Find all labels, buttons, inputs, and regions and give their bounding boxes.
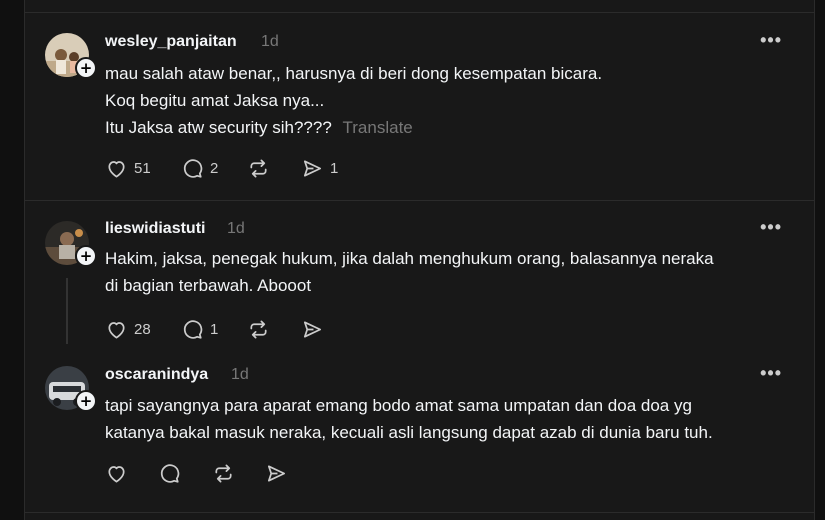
username[interactable]: wesley_panjaitan: [105, 33, 237, 51]
post-line: Itu Jaksa atw security sih????: [105, 118, 332, 137]
heart-icon: [108, 465, 125, 483]
more-dots-icon[interactable]: •••: [760, 363, 782, 384]
avatar[interactable]: +: [45, 221, 97, 267]
repost-button[interactable]: [247, 156, 270, 180]
post-text: tapi sayangnya para aparat emang bodo am…: [105, 392, 785, 446]
repost-icon: [250, 158, 267, 178]
comment-icon: [160, 463, 180, 483]
follow-plus-icon[interactable]: +: [75, 57, 97, 79]
reply-button[interactable]: 1: [181, 317, 218, 341]
post-text: mau salah ataw benar,, harusnya di beri …: [105, 60, 785, 141]
thread-feed: + wesley_panjaitan 1d ••• mau salah ataw…: [24, 0, 815, 520]
reply-button[interactable]: [158, 461, 181, 485]
post-line: katanya bakal masuk neraka, kecuali asli…: [105, 423, 713, 442]
like-button[interactable]: 28: [105, 317, 151, 341]
post-text: Hakim, jaksa, penegak hukum, jika dalah …: [105, 245, 785, 299]
divider: [25, 512, 814, 513]
like-button[interactable]: 51: [105, 156, 151, 180]
reply-count: 1: [210, 320, 219, 338]
more-dots-icon[interactable]: •••: [760, 30, 782, 51]
like-count: 28: [134, 320, 151, 338]
thread-line: [66, 278, 68, 344]
repost-icon: [250, 319, 267, 339]
post-line: tapi sayangnya para aparat emang bodo am…: [105, 396, 692, 415]
share-button[interactable]: 1: [301, 156, 338, 180]
avatar[interactable]: +: [45, 366, 97, 412]
username[interactable]: lieswidiastuti: [105, 220, 205, 238]
share-button[interactable]: [265, 461, 288, 485]
comment-icon: [183, 158, 203, 178]
post-oscaranindya[interactable]: + oscaranindya 1d ••• tapi sayangnya par…: [25, 352, 814, 512]
timestamp[interactable]: 1d: [227, 220, 245, 238]
send-icon: [303, 320, 322, 338]
avatar[interactable]: +: [45, 33, 97, 79]
share-count: 1: [330, 159, 339, 177]
post-lieswidiastuti[interactable]: + lieswidiastuti 1d ••• Hakim, jaksa, pe…: [25, 200, 814, 352]
more-dots-icon[interactable]: •••: [760, 217, 782, 238]
post-line: Hakim, jaksa, penegak hukum, jika dalah …: [105, 249, 714, 268]
heart-icon: [108, 321, 125, 339]
follow-plus-icon[interactable]: +: [75, 245, 97, 267]
post-line-with-translate: Itu Jaksa atw security sih???? Translate: [105, 114, 785, 141]
follow-plus-icon[interactable]: +: [75, 390, 97, 412]
like-button[interactable]: [105, 461, 128, 485]
reply-count: 2: [210, 159, 219, 177]
reply-button[interactable]: 2: [181, 156, 218, 180]
repost-button[interactable]: [247, 317, 270, 341]
heart-icon: [108, 160, 125, 178]
username[interactable]: oscaranindya: [105, 366, 208, 384]
like-count: 51: [134, 159, 151, 177]
send-icon: [303, 159, 322, 177]
repost-icon: [215, 463, 232, 483]
post-line: di bagian terbawah. Abooot: [105, 276, 312, 295]
share-button[interactable]: [301, 317, 324, 341]
post-wesley[interactable]: + wesley_panjaitan 1d ••• mau salah ataw…: [25, 12, 814, 200]
post-line: mau salah ataw benar,, harusnya di beri …: [105, 64, 603, 83]
translate-link[interactable]: Translate: [343, 118, 413, 137]
post-line: Koq begitu amat Jaksa nya...: [105, 91, 325, 110]
timestamp[interactable]: 1d: [261, 33, 279, 51]
send-icon: [267, 464, 286, 482]
comment-icon: [183, 319, 203, 339]
timestamp[interactable]: 1d: [231, 366, 249, 384]
repost-button[interactable]: [212, 461, 235, 485]
